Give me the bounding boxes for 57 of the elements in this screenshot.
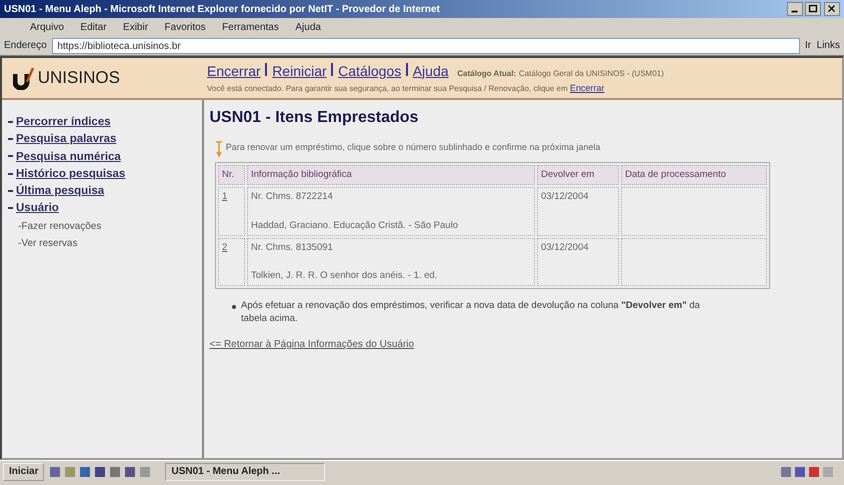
close-icon[interactable]: [824, 2, 840, 16]
dash-icon: [8, 172, 13, 175]
call-number: Nr. Chms. 8135091: [250, 240, 334, 255]
call-number: Nr. Chms. 8722214: [250, 190, 334, 204]
header-link[interactable]: Ajuda: [412, 60, 449, 82]
dash-icon: [8, 120, 13, 123]
notice-text: Você está conectado. Para garantir sua segurança, ao terminar sua Pesquisa / Renovação, clique em Encerrar: [207, 82, 606, 95]
note-text: Após efetuar a renovação dos empréstimos, verificar a nova data de devolução na coluna "Devolver em" da tabela acima.: [241, 300, 701, 325]
logo-text: UNISINOS: [38, 67, 120, 90]
header-link[interactable]: Encerrar: [207, 60, 261, 82]
logo-icon: [13, 66, 35, 90]
minimize-icon[interactable]: [786, 2, 802, 16]
column-header: Devolver em: [536, 165, 620, 186]
hint-text: Para renovar um empréstimo, clique sobre o número sublinhado e confirme na próxima janela: [226, 140, 600, 154]
menu-item[interactable]: Editar: [80, 20, 107, 34]
page-title: USN01 - Itens Emprestados: [210, 108, 420, 128]
address-label: Endereço: [4, 39, 47, 53]
dash-icon: [8, 138, 13, 140]
go-button[interactable]: Ir: [805, 38, 812, 53]
due-date: 03/12/2004: [540, 191, 589, 202]
renew-link[interactable]: 1: [222, 191, 228, 202]
catalog-name: Catálogo Geral da UNISINOS - (USM01): [518, 68, 664, 80]
encerrar-link[interactable]: Encerrar: [570, 82, 604, 93]
menu-item[interactable]: Ferramentas: [222, 20, 279, 34]
dash-icon: [8, 155, 13, 158]
links-button[interactable]: Links: [816, 38, 840, 53]
menu-item[interactable]: Ajuda: [295, 20, 321, 34]
column-header: Informação bibliográfica: [246, 165, 535, 186]
dash-icon: [8, 190, 13, 192]
bibliographic-reference: Tolkien, J. R. R. O senhor dos anéis. - 1. ed.: [250, 269, 438, 283]
menu-item[interactable]: Exibir: [123, 20, 148, 34]
sidebar-sublink[interactable]: -Ver reservas: [18, 236, 78, 251]
header-link[interactable]: Catálogos: [338, 60, 402, 82]
header-link[interactable]: Reiniciar: [272, 60, 327, 82]
menu-item[interactable]: Arquivo: [30, 20, 64, 34]
column-header: Data de processamento: [621, 165, 767, 186]
sidebar-sublink[interactable]: -Fazer renovações: [18, 218, 102, 234]
taskbar-task[interactable]: USN01 - Menu Aleph ...: [165, 462, 326, 480]
window-title: USN01 - Menu Aleph - Microsoft Internet Explorer fornecido por NetIT - Provedor de Internet: [4, 2, 440, 16]
back-link[interactable]: <= Retornar à Página Informações do Usuário: [210, 338, 414, 350]
menu-item[interactable]: Favoritos: [164, 20, 206, 34]
catalog-label: Catálogo Atual:: [457, 68, 516, 80]
due-date: 03/12/2004: [540, 242, 589, 253]
address-field[interactable]: https://biblioteca.unisinos.br: [52, 38, 800, 54]
start-button[interactable]: Iniciar: [3, 462, 44, 480]
sidebar-link[interactable]: Pesquisa numérica: [16, 150, 121, 162]
bibliographic-reference: Haddad, Graciano. Educação Cristã. - São Paulo: [250, 218, 459, 232]
sidebar-link[interactable]: Última pesquisa: [16, 185, 104, 197]
column-header: Nr.: [218, 165, 245, 186]
sidebar-link[interactable]: Percorrer índices: [16, 116, 111, 128]
maximize-icon[interactable]: [805, 2, 822, 16]
dash-icon: [8, 207, 13, 210]
sidebar-link[interactable]: Pesquisa palavras: [16, 133, 116, 146]
sidebar-link[interactable]: Usuário: [16, 202, 59, 214]
renew-link[interactable]: 2: [222, 242, 228, 253]
sidebar-link[interactable]: Histórico pesquisas: [16, 168, 126, 180]
bullet-icon: [232, 305, 236, 310]
